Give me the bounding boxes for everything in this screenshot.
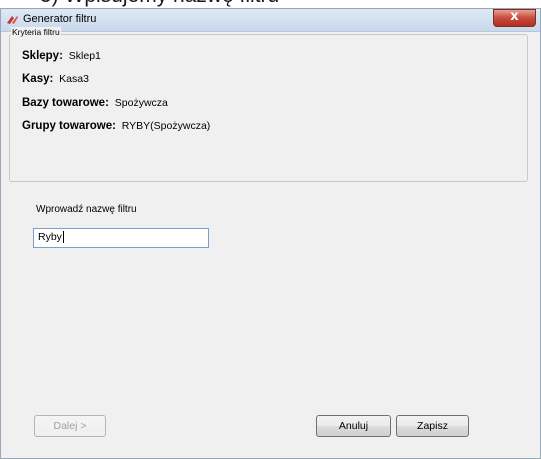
groups-value: RYBY(Spożywcza): [121, 120, 211, 132]
criteria-registers-row: Kasy: Kasa3: [22, 73, 89, 85]
close-icon: x: [510, 9, 519, 24]
next-button[interactable]: Dalej >: [34, 415, 106, 437]
title-bar[interactable]: Generator filtru x: [1, 9, 540, 32]
filter-name-input[interactable]: Ryby: [33, 228, 209, 248]
groups-label: Grupy towarowe:: [22, 120, 116, 132]
criteria-bases-row: Bazy towarowe: Spożywcza: [22, 97, 168, 109]
save-button[interactable]: Zapisz: [396, 415, 469, 437]
app-icon: [7, 16, 18, 24]
shops-label: Sklepy:: [22, 50, 63, 62]
filter-name-label: Wprowadź nazwę filtru: [36, 204, 137, 215]
criteria-groups-row: Grupy towarowe: RYBY(Spożywcza): [22, 120, 210, 132]
bases-value: Spożywcza: [114, 97, 168, 109]
text-caret: [62, 231, 64, 244]
filter-name-value: Ryby: [38, 231, 62, 243]
close-button[interactable]: x: [493, 9, 536, 27]
criteria-legend: Kryteria filtru: [11, 27, 61, 37]
registers-value: Kasa3: [59, 73, 89, 85]
criteria-shops-row: Sklepy: Sklep1: [22, 50, 101, 62]
window-title: Generator filtru: [23, 13, 97, 25]
registers-label: Kasy:: [22, 73, 54, 85]
cancel-button[interactable]: Anuluj: [316, 415, 391, 437]
shops-value: Sklep1: [68, 50, 101, 62]
bases-label: Bazy towarowe:: [22, 97, 109, 109]
